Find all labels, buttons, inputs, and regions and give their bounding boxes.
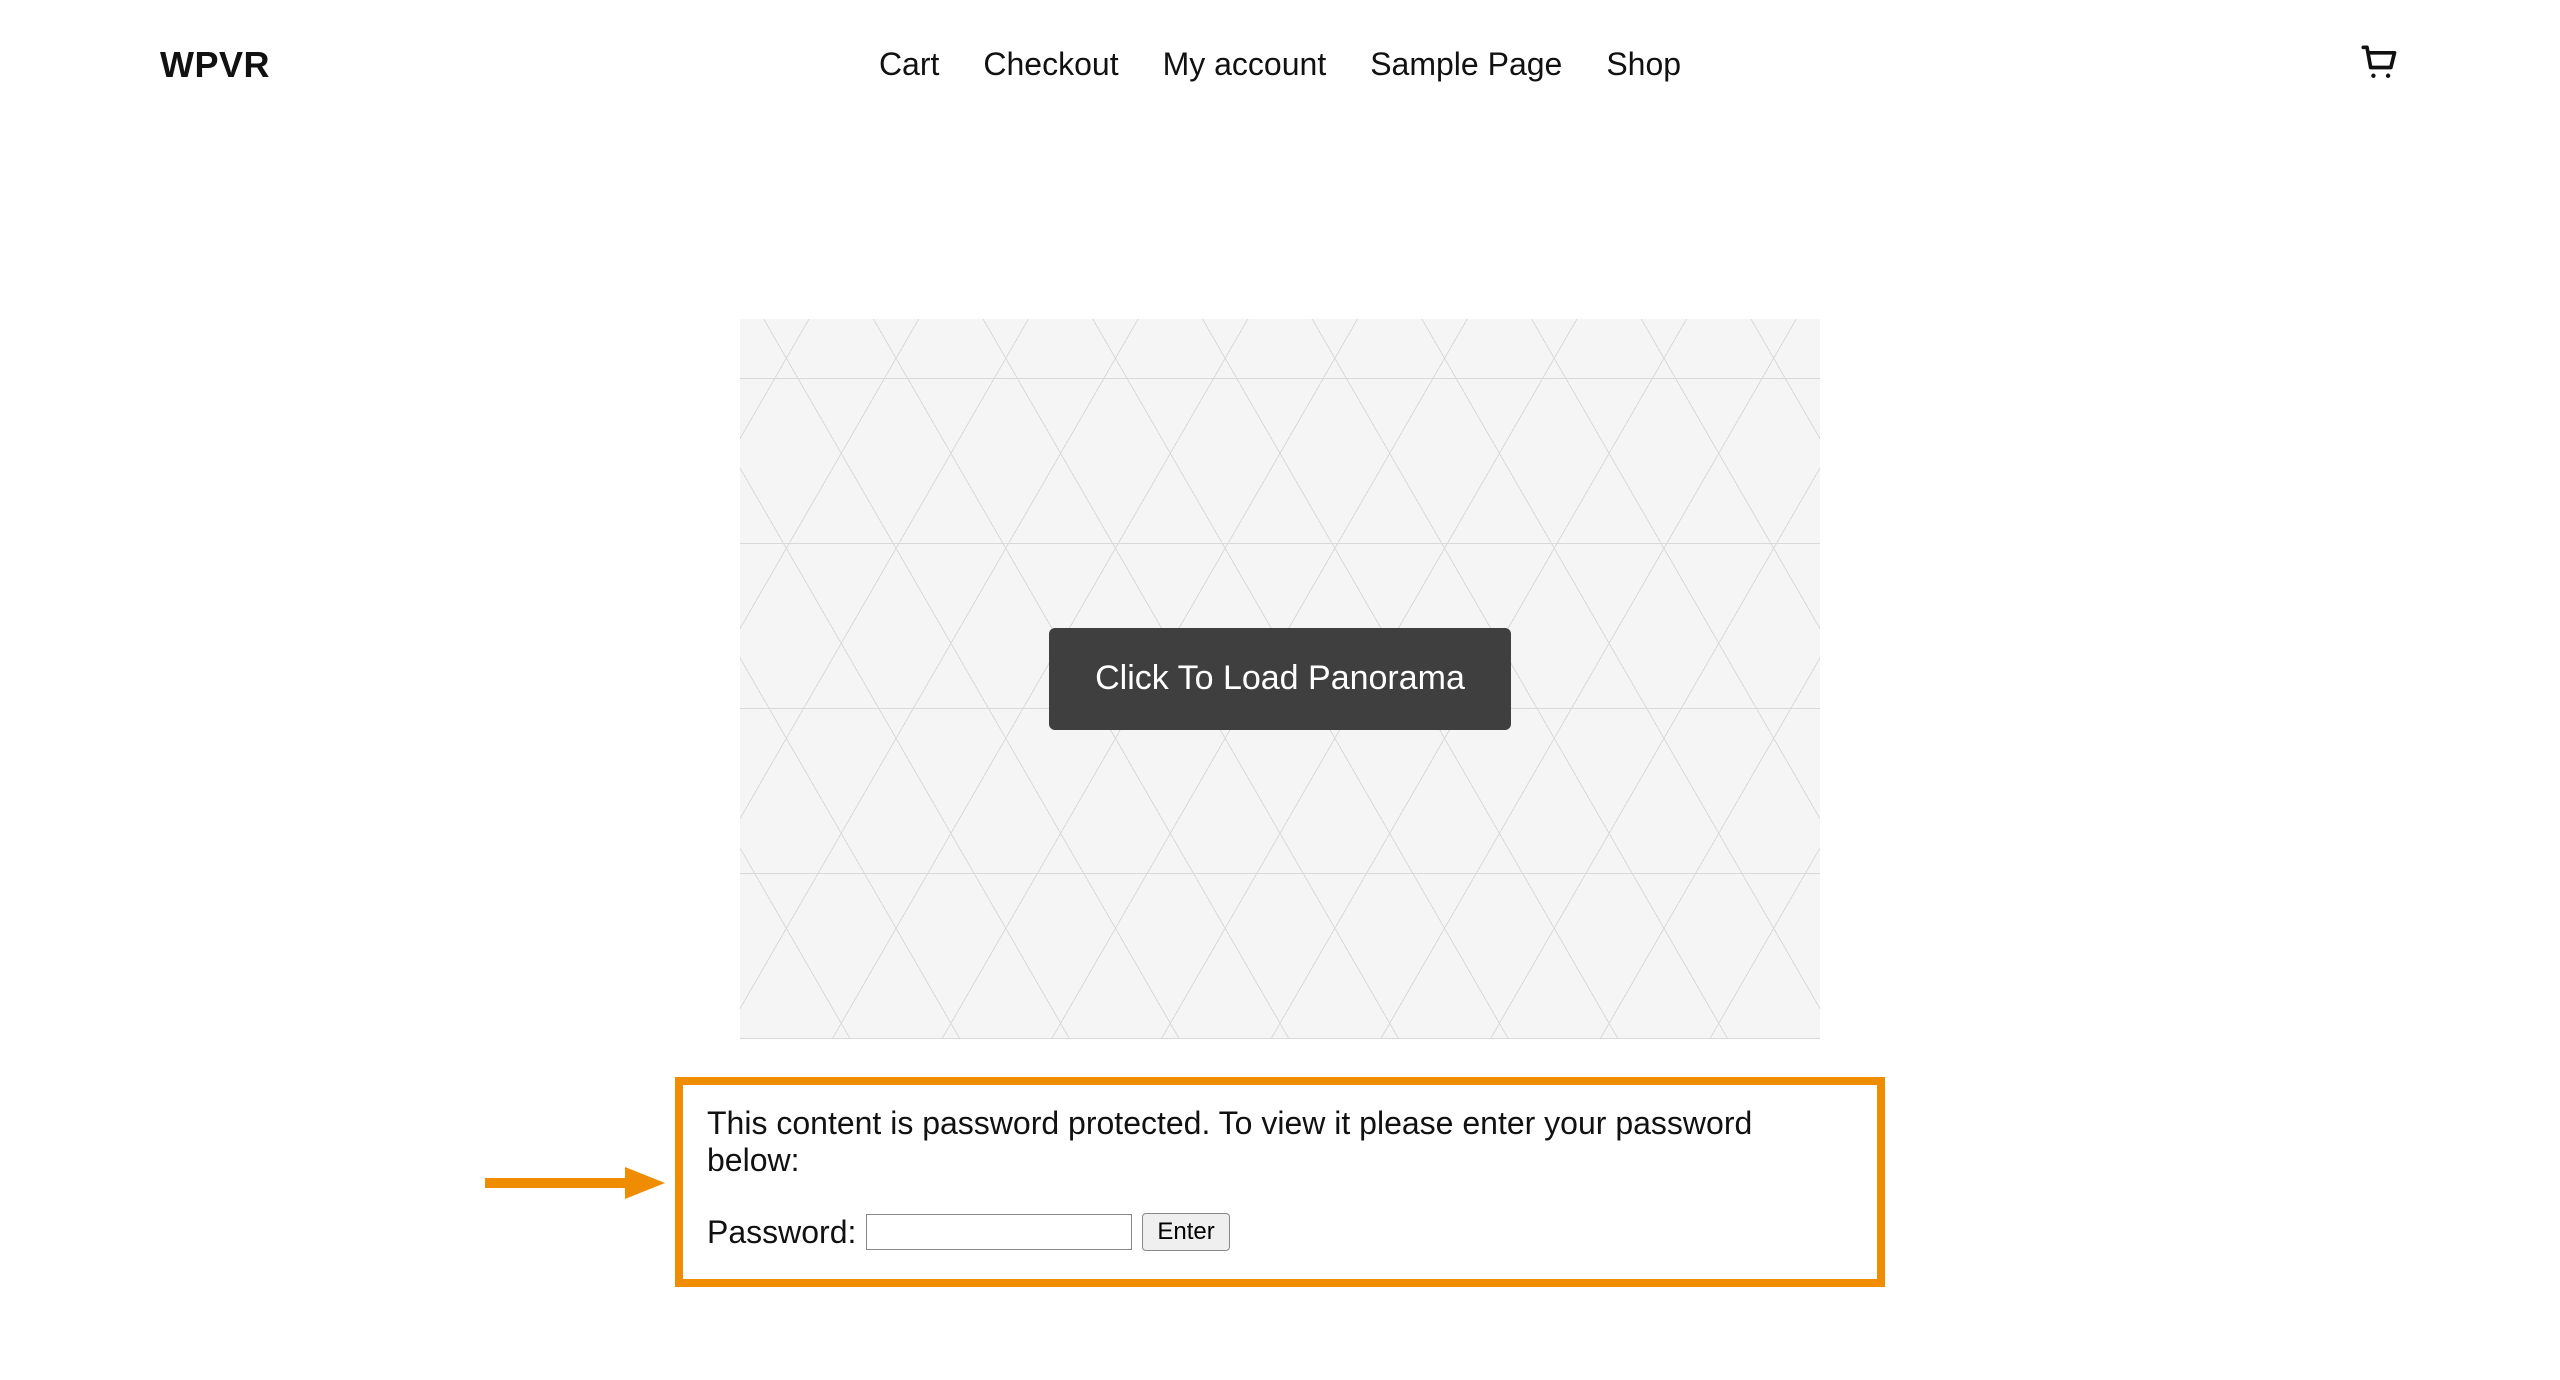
nav-link-checkout[interactable]: Checkout bbox=[983, 46, 1118, 83]
enter-button[interactable]: Enter bbox=[1142, 1213, 1229, 1251]
password-label: Password: bbox=[707, 1214, 856, 1251]
nav-link-sample-page[interactable]: Sample Page bbox=[1370, 46, 1562, 83]
annotation-arrow-icon bbox=[485, 1163, 665, 1208]
password-box: This content is password protected. To v… bbox=[675, 1077, 1885, 1287]
password-protected-section: This content is password protected. To v… bbox=[675, 1077, 1885, 1287]
nav-link-cart[interactable]: Cart bbox=[879, 46, 939, 83]
password-form-row: Password: Enter bbox=[707, 1213, 1853, 1251]
password-message: This content is password protected. To v… bbox=[707, 1105, 1853, 1179]
primary-nav: Cart Checkout My account Sample Page Sho… bbox=[879, 46, 1681, 83]
site-header: WPVR Cart Checkout My account Sample Pag… bbox=[0, 0, 2560, 129]
nav-link-shop[interactable]: Shop bbox=[1606, 46, 1681, 83]
panorama-placeholder: Click To Load Panorama bbox=[740, 319, 1820, 1039]
main-content: Click To Load Panorama This content is p… bbox=[0, 129, 2560, 1287]
password-input[interactable] bbox=[866, 1214, 1132, 1250]
site-title[interactable]: WPVR bbox=[160, 44, 270, 86]
cart-icon[interactable] bbox=[2356, 40, 2400, 89]
load-panorama-button[interactable]: Click To Load Panorama bbox=[1049, 628, 1511, 730]
nav-link-my-account[interactable]: My account bbox=[1163, 46, 1327, 83]
